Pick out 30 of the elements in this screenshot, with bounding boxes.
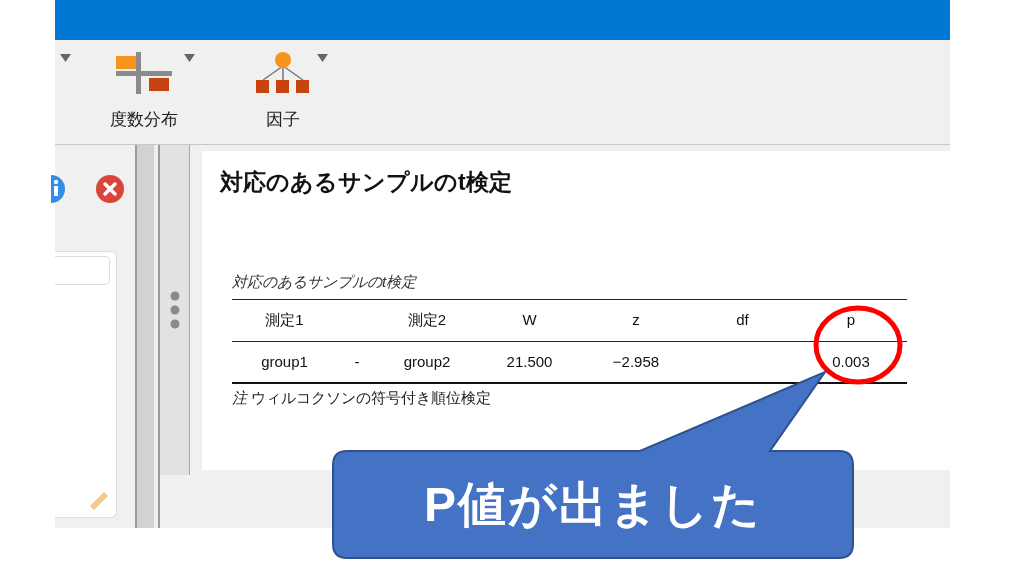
column-header: z: [582, 300, 690, 342]
column-header: 測定2: [377, 300, 477, 342]
table-cell: group2: [403, 352, 451, 370]
callout-text: P値が出ました: [424, 476, 762, 533]
table-cell: group1: [261, 352, 308, 370]
column-header: p: [795, 300, 907, 342]
table-cell: 0.003: [832, 352, 870, 370]
table-cell: -: [354, 352, 360, 370]
splitter[interactable]: [135, 145, 160, 528]
input-field[interactable]: [55, 256, 110, 285]
factor-diagram-icon: [255, 52, 311, 94]
column-header: 測定1: [232, 300, 337, 342]
dropdown-caret-icon[interactable]: [60, 54, 71, 62]
drag-handle-icon: [169, 291, 180, 329]
column-header: df: [690, 300, 795, 342]
table-cell: 21.500: [506, 352, 553, 370]
ruler-icon: [88, 489, 110, 511]
results-title: 対応のあるサンプルのt検定: [220, 169, 513, 197]
toolbar-button[interactable]: 因子: [255, 52, 311, 133]
info-icon[interactable]: [51, 175, 66, 203]
toolbar-button[interactable]: 度数分布: [110, 52, 178, 133]
close-icon[interactable]: [96, 175, 124, 203]
table-note: 注 ウィルコクソンの符号付き順位検定: [232, 388, 493, 409]
dropdown-caret-icon[interactable]: [317, 54, 328, 62]
table-cell: −2.958: [612, 352, 660, 370]
splitter-handle[interactable]: [160, 145, 190, 475]
frequency-chart-icon: [116, 52, 172, 94]
column-header: W: [477, 300, 582, 342]
table-caption: 対応のあるサンプルのt検定: [232, 271, 418, 292]
dropdown-caret-icon[interactable]: [184, 54, 195, 62]
